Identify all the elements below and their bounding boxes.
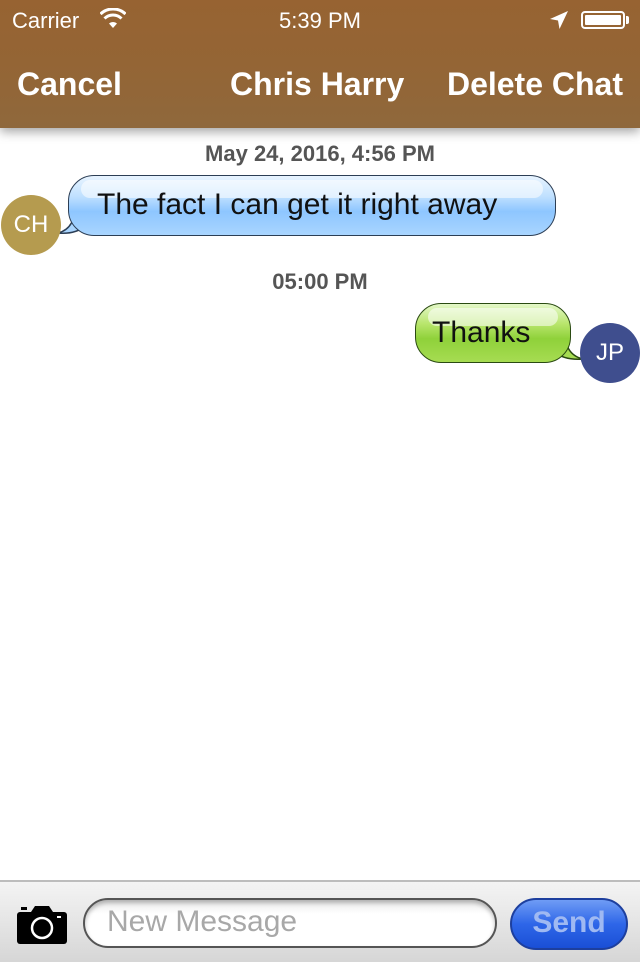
nav-bar: Cancel Chris Harry Delete Chat bbox=[0, 40, 640, 128]
message-timestamp: May 24, 2016, 4:56 PM bbox=[205, 141, 435, 166]
battery-tip bbox=[626, 16, 629, 24]
battery-icon bbox=[581, 11, 625, 29]
composer-toolbar: Send bbox=[0, 880, 640, 962]
avatar: JP bbox=[580, 323, 640, 383]
camera-icon[interactable] bbox=[17, 906, 67, 944]
location-arrow-icon bbox=[550, 11, 568, 29]
outgoing-message-bubble[interactable]: Thanks bbox=[415, 303, 571, 363]
status-time: 5:39 PM bbox=[279, 8, 361, 33]
avatar: CH bbox=[1, 195, 61, 255]
message-text: Thanks bbox=[432, 316, 531, 349]
incoming-message-bubble[interactable]: The fact I can get it right away bbox=[68, 175, 556, 236]
message-text: The fact I can get it right away bbox=[97, 188, 498, 221]
header: Carrier 5:39 PM Cancel Chris Harry Delet… bbox=[0, 0, 640, 128]
message-input[interactable] bbox=[105, 904, 489, 940]
send-button[interactable]: Send bbox=[510, 898, 628, 950]
delete-chat-button[interactable]: Delete Chat bbox=[447, 66, 623, 103]
page-title: Chris Harry bbox=[230, 66, 405, 102]
cancel-button[interactable]: Cancel bbox=[17, 66, 122, 103]
status-bar: Carrier 5:39 PM bbox=[0, 0, 640, 40]
message-input-field[interactable] bbox=[83, 898, 497, 948]
message-timestamp: 05:00 PM bbox=[272, 269, 368, 294]
